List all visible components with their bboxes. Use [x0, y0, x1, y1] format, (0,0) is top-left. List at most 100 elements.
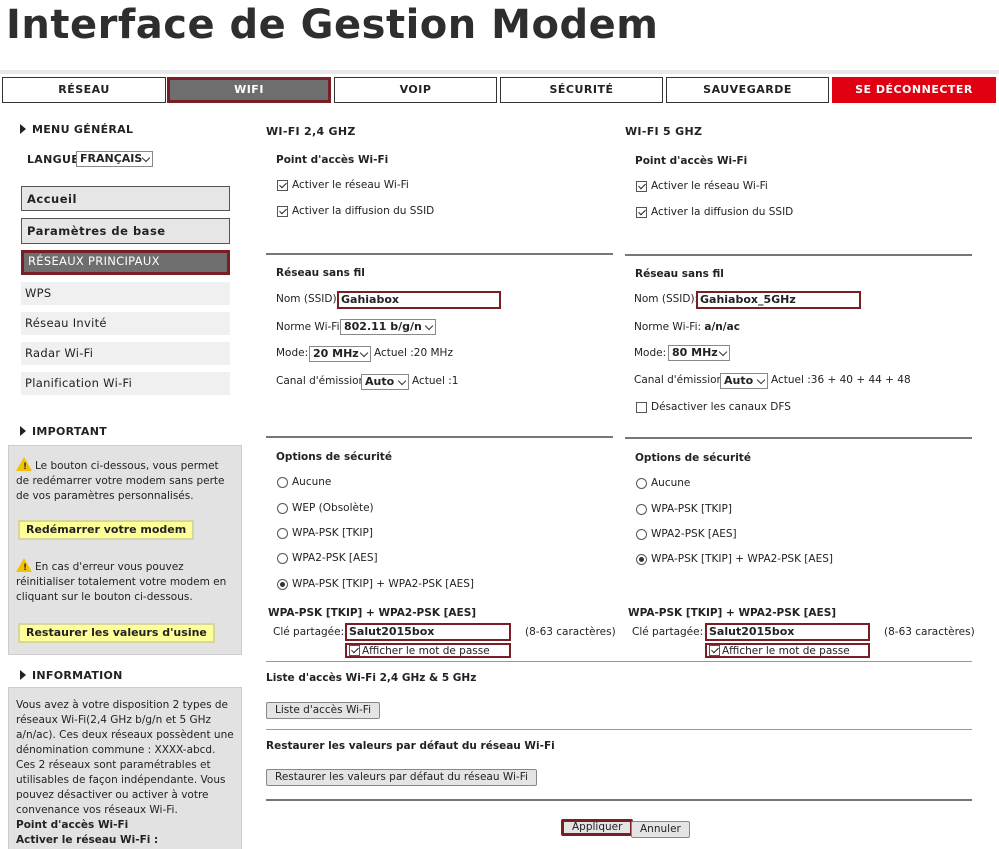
sidebar-button-parametres-de-base[interactable]: Paramètres de base [21, 218, 230, 244]
menu-general-header[interactable]: MENU GÉNÉRAL [20, 123, 133, 136]
access-list-button[interactable]: Liste d'accès Wi-Fi [266, 702, 381, 719]
wifi24-security-title: Options de sécurité [276, 451, 392, 463]
wifi24-enable-network-label: Activer le réseau Wi-Fi [292, 179, 409, 191]
wifi24-security-radio-wpa2[interactable] [277, 553, 288, 564]
wifi24-security-label: Aucune [292, 476, 332, 488]
chevron-down-icon [756, 375, 766, 385]
wifi5-key-hint: (8-63 caractères) [884, 626, 975, 638]
wifi5-security-title: Options de sécurité [635, 452, 751, 464]
information-text: Vous avez à votre disposition 2 types de… [16, 699, 234, 816]
wifi5-enable-network-label: Activer le réseau Wi-Fi [651, 180, 768, 192]
important-panel: ! Le bouton ci-dessous, vous permet de re… [8, 445, 242, 655]
wifi5-wireless-title: Réseau sans fil [635, 268, 724, 280]
wifi5-security-label: Aucune [651, 477, 691, 489]
divider [266, 799, 972, 801]
wifi24-key-section-title: WPA-PSK [TKIP] + WPA2-PSK [AES] [268, 607, 477, 619]
logout-button[interactable]: SE DÉCONNECTER [832, 77, 996, 103]
wifi24-channel-label: Canal d'émission: [276, 375, 369, 387]
information-header[interactable]: INFORMATION [20, 669, 123, 682]
wifi24-security-radio-none[interactable] [277, 477, 288, 488]
wifi5-security-radio-none[interactable] [636, 478, 647, 489]
language-label: LANGUE [27, 153, 80, 166]
access-list-title: Liste d'accès Wi-Fi 2,4 GHz & 5 GHz [266, 672, 477, 684]
wifi24-key-input[interactable]: Salut2015box [345, 623, 511, 641]
wifi24-security-radio-wpa-wpa2[interactable] [277, 579, 288, 590]
wifi24-mode-select[interactable]: 20 MHz [309, 346, 371, 362]
wifi24-show-password-checkbox[interactable] [349, 645, 360, 656]
wifi5-security-radio-wpa[interactable] [636, 504, 647, 515]
wifi24-enable-ssid-label: Activer la diffusion du SSID [292, 205, 435, 217]
wifi24-security-radio-wep[interactable] [277, 503, 288, 514]
wifi24-norm-label: Norme Wi-Fi: [276, 321, 344, 333]
triangle-right-icon [20, 670, 26, 680]
restore-defaults-button[interactable]: Restaurer les valeurs par défaut du rése… [266, 769, 537, 786]
divider [266, 253, 613, 255]
sidebar-item-reseaux-principaux[interactable]: RÉSEAUX PRINCIPAUX [21, 250, 230, 275]
sidebar-item-planification-wifi[interactable]: Planification Wi-Fi [21, 372, 230, 395]
tab-reseau[interactable]: RÉSEAU [2, 77, 166, 103]
wifi5-security-label: WPA-PSK [TKIP] [651, 503, 732, 515]
app-title: Interface de Gestion Modem [6, 2, 659, 48]
wifi24-ssid-label: Nom (SSID): [276, 293, 341, 305]
wifi5-dfs-label: Désactiver les canaux DFS [651, 401, 791, 413]
wifi5-channel-select[interactable]: Auto [720, 373, 768, 389]
wifi24-wireless-title: Réseau sans fil [276, 267, 365, 279]
wifi5-security-label: WPA2-PSK [AES] [651, 528, 737, 540]
divider [625, 437, 972, 439]
warning-icon: ! [16, 457, 32, 472]
warning-icon: ! [16, 558, 32, 573]
wifi24-show-password[interactable]: Afficher le mot de passe [345, 643, 511, 658]
cancel-button[interactable]: Annuler [631, 821, 690, 838]
divider [266, 729, 972, 730]
wifi24-security-radio-wpa[interactable] [277, 528, 288, 539]
tab-sauvegarde[interactable]: SAUVEGARDE [666, 77, 829, 103]
tab-wifi[interactable]: WIFI [167, 77, 331, 103]
sidebar-item-radar-wifi[interactable]: Radar Wi-Fi [21, 342, 230, 365]
wifi5-mode-select[interactable]: 80 MHz [668, 345, 730, 361]
wifi5-security-radio-wpa2[interactable] [636, 529, 647, 540]
wifi24-title: WI-FI 2,4 GHZ [266, 125, 356, 138]
wifi5-mode-label: Mode: [634, 347, 667, 359]
wifi5-dfs-checkbox[interactable] [636, 402, 647, 413]
wifi24-security-label: WPA2-PSK [AES] [292, 552, 378, 564]
wifi24-key-hint: (8-63 caractères) [525, 626, 616, 638]
wifi24-enable-ssid-checkbox[interactable] [277, 206, 288, 217]
tab-securite[interactable]: SÉCURITÉ [500, 77, 663, 103]
chevron-down-icon [397, 376, 407, 386]
wifi5-key-section-title: WPA-PSK [TKIP] + WPA2-PSK [AES] [628, 607, 837, 619]
wifi5-security-radio-wpa-wpa2[interactable] [636, 554, 647, 565]
tab-voip[interactable]: VOIP [334, 77, 497, 103]
wifi24-security-label: WPA-PSK [TKIP] + WPA2-PSK [AES] [292, 578, 474, 590]
information-panel: Vous avez à votre disposition 2 types de… [8, 687, 242, 849]
restart-modem-button[interactable]: Redémarrer votre modem [18, 520, 195, 540]
header-separator [0, 70, 999, 74]
wifi5-channel-current: Actuel :36 + 40 + 44 + 48 [771, 374, 911, 386]
wifi5-norm-label: Norme Wi-Fi: a/n/ac [634, 321, 740, 333]
triangle-right-icon [20, 124, 26, 134]
wifi24-channel-select[interactable]: Auto [361, 374, 409, 390]
wifi5-enable-ssid-label: Activer la diffusion du SSID [651, 206, 794, 218]
wifi5-key-label: Clé partagée: [632, 626, 704, 638]
sidebar-button-accueil[interactable]: Accueil [21, 186, 230, 211]
sidebar-item-reseau-invite[interactable]: Réseau Invité [21, 312, 230, 335]
important-header[interactable]: IMPORTANT [20, 425, 107, 438]
wifi24-enable-network-checkbox[interactable] [277, 180, 288, 191]
wifi5-show-password[interactable]: Afficher le mot de passe [705, 643, 870, 658]
language-select[interactable]: FRANÇAIS [76, 151, 153, 167]
wifi5-enable-ssid-checkbox[interactable] [636, 207, 647, 218]
sidebar-item-wps[interactable]: WPS [21, 282, 230, 305]
wifi5-key-input[interactable]: Salut2015box [705, 623, 870, 641]
chevron-down-icon [359, 348, 369, 358]
wifi5-enable-network-checkbox[interactable] [636, 181, 647, 192]
wifi5-security-label: WPA-PSK [TKIP] + WPA2-PSK [AES] [651, 553, 833, 565]
wifi5-ssid-input[interactable]: Gahiabox_5GHz [696, 291, 861, 309]
wifi5-show-password-checkbox[interactable] [709, 645, 720, 656]
wifi24-mode-label: Mode: [276, 347, 309, 359]
wifi24-ssid-input[interactable]: Gahiabox [337, 291, 501, 309]
wifi24-norm-select[interactable]: 802.11 b/g/n [340, 319, 436, 335]
important-text-2: ! En cas d'erreur vous pouvez réinitialis… [16, 558, 234, 605]
apply-button[interactable]: Appliquer [561, 819, 634, 836]
factory-reset-button[interactable]: Restaurer les valeurs d'usine [18, 623, 215, 643]
wifi24-ap-title: Point d'accès Wi-Fi [276, 154, 389, 166]
chevron-down-icon [718, 347, 728, 357]
